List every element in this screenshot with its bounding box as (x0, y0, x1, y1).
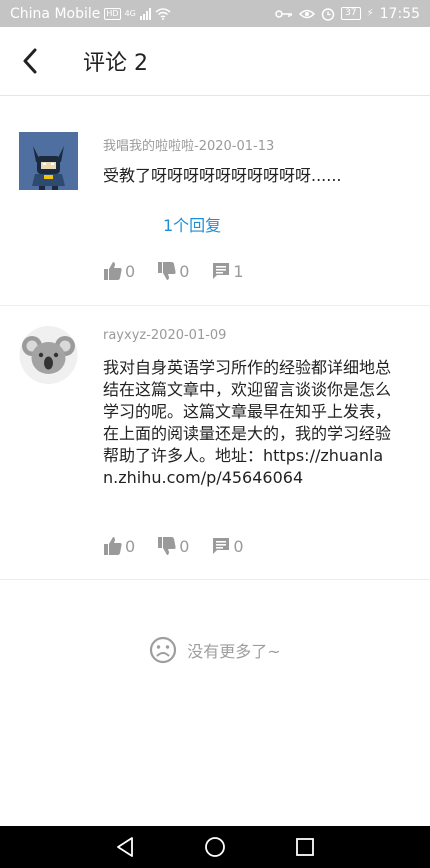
thumbs-down-icon (158, 537, 176, 555)
batman-avatar-icon[interactable] (19, 132, 78, 190)
comment-meta: rayxyz-2020-01-09 (103, 328, 227, 343)
reply-button[interactable]: 0 (211, 536, 244, 556)
status-bar: China Mobile HD 4G 37 ⚡ 17:55 (0, 0, 430, 27)
comment-meta: 我唱我的啦啦啦-2020-01-13 (103, 139, 275, 154)
hd-badge: HD (104, 7, 121, 20)
like-count: 0 (125, 536, 136, 556)
comment-content: 我对自身英语学习所作的经验都详细地总结在这篇文章中，欢迎留言谈谈你是怎么学习的呢… (103, 358, 392, 487)
reply-count: 0 (233, 536, 244, 556)
dislike-button[interactable]: 0 (157, 536, 189, 556)
app-header: 评论 2 (0, 27, 430, 96)
no-more-label: 没有更多了~ (187, 642, 281, 661)
signal-icon (139, 7, 151, 20)
comment-item: 我唱我的啦啦啦-2020-01-13 受教了呀呀呀呀呀呀呀呀呀呀...... 1… (0, 96, 430, 306)
no-more-indicator: 没有更多了~ (0, 636, 430, 664)
reply-count: 1 (233, 261, 244, 281)
sad-face-icon (150, 636, 177, 664)
nav-home-button[interactable] (195, 827, 235, 867)
dislike-count: 0 (179, 261, 190, 281)
charging-icon: ⚡ (366, 8, 374, 19)
like-count: 0 (125, 261, 136, 281)
comment-content: 受教了呀呀呀呀呀呀呀呀呀呀...... (103, 166, 342, 185)
key-icon (275, 9, 293, 18)
comment-item: rayxyz-2020-01-09 我对自身英语学习所作的经验都详细地总结在这篇… (0, 306, 430, 580)
page-title: 评论 2 (83, 51, 148, 76)
nav-back-button[interactable] (105, 827, 145, 867)
nav-recents-button[interactable] (285, 827, 325, 867)
battery-icon: 37 (341, 7, 361, 20)
alarm-icon (321, 7, 335, 21)
circle-home-icon (205, 837, 225, 857)
comment-actions: 0 0 1 (103, 261, 266, 281)
thumbs-up-icon (104, 537, 122, 555)
dislike-button[interactable]: 0 (157, 261, 189, 281)
carrier-label: China Mobile (10, 5, 101, 22)
back-arrow-icon (23, 48, 37, 74)
comment-icon (213, 538, 230, 554)
back-button[interactable] (0, 27, 60, 96)
eye-icon (299, 9, 316, 18)
wifi-icon (155, 7, 171, 20)
koala-avatar-icon[interactable] (19, 326, 78, 384)
comment-icon (213, 263, 230, 279)
like-button[interactable]: 0 (103, 261, 135, 281)
thumbs-down-icon (158, 262, 176, 280)
like-button[interactable]: 0 (103, 536, 135, 556)
clock: 17:55 (379, 5, 420, 22)
triangle-back-icon (117, 837, 133, 857)
square-recents-icon (296, 838, 314, 856)
comment-actions: 0 0 0 (103, 536, 266, 556)
system-nav-bar (0, 826, 430, 868)
reply-button[interactable]: 1 (211, 261, 244, 281)
view-replies-link[interactable]: 1个回复 (163, 212, 221, 236)
dislike-count: 0 (179, 536, 190, 556)
thumbs-up-icon (104, 262, 122, 280)
network-type: 4G (124, 9, 136, 18)
